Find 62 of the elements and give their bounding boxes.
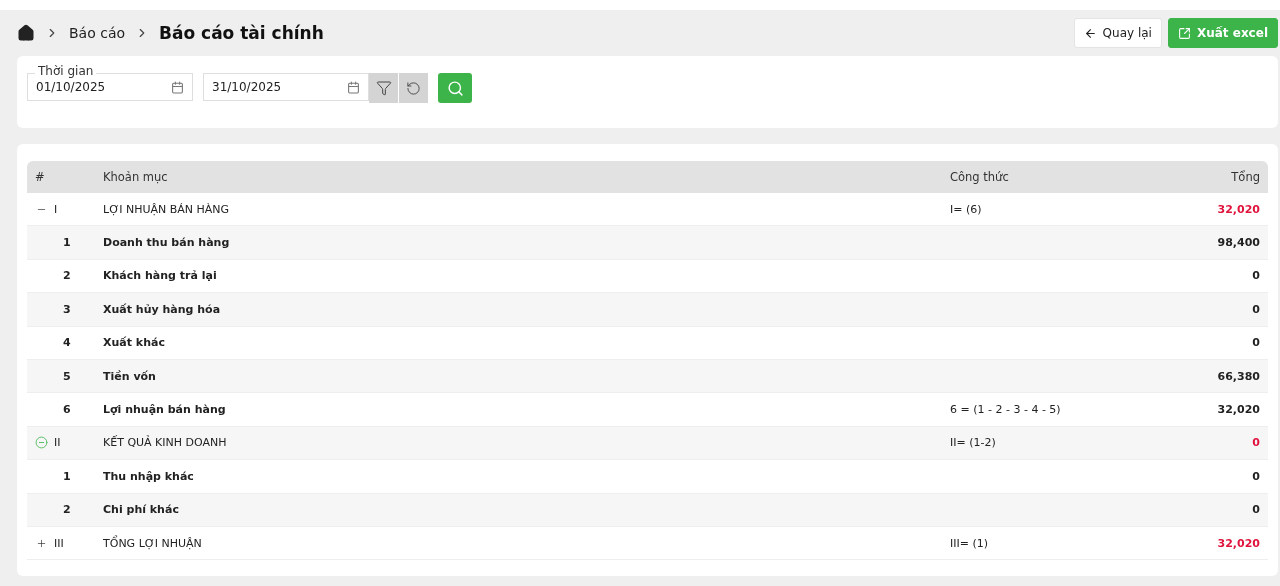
page-title: Báo cáo tài chính bbox=[159, 23, 324, 43]
item-name: Chi phí khác bbox=[103, 503, 180, 517]
row-index: 2 bbox=[63, 269, 71, 283]
search-button[interactable] bbox=[438, 73, 472, 103]
total-value: 32,020 bbox=[1216, 536, 1260, 550]
item-name: LỢI NHUẬN BÁN HÀNG bbox=[103, 202, 231, 216]
row-index: 4 bbox=[63, 336, 71, 350]
row-index: 3 bbox=[63, 302, 71, 316]
total-value: 66,380 bbox=[1216, 369, 1260, 383]
row-index: 6 bbox=[63, 403, 71, 417]
filter-button[interactable] bbox=[369, 73, 398, 103]
row-index: II bbox=[54, 436, 61, 450]
home-icon[interactable] bbox=[17, 24, 35, 42]
item-name: Xuất khác bbox=[103, 336, 166, 350]
formula-text: III= (1) bbox=[950, 536, 990, 550]
row-index: 2 bbox=[63, 503, 71, 517]
total-value: 0 bbox=[1251, 436, 1260, 450]
row-index: 1 bbox=[63, 236, 71, 250]
total-value: 32,020 bbox=[1216, 403, 1260, 417]
total-value: 0 bbox=[1251, 336, 1260, 350]
breadcrumb-link[interactable]: Báo cáo bbox=[69, 25, 126, 41]
total-value: 0 bbox=[1251, 503, 1260, 517]
item-name: Xuất hủy hàng hóa bbox=[103, 302, 222, 316]
date-value: 31/10/2025 bbox=[212, 80, 282, 94]
column-header: Khoản mục bbox=[103, 170, 169, 184]
column-header: # bbox=[35, 170, 46, 184]
total-value: 0 bbox=[1251, 302, 1260, 316]
back-button[interactable]: Quay lại bbox=[1073, 18, 1162, 48]
item-name: TỔNG LỢI NHUẬN bbox=[103, 536, 203, 550]
collapse-toggle[interactable] bbox=[35, 436, 48, 450]
calendar-icon[interactable] bbox=[347, 80, 360, 94]
formula-text: I= (6) bbox=[950, 202, 983, 216]
item-name: Tiền vốn bbox=[103, 369, 157, 383]
row-index: III bbox=[54, 536, 64, 550]
column-header: Công thức bbox=[950, 170, 1010, 184]
total-value: 98,400 bbox=[1216, 236, 1260, 250]
arrow-left-icon bbox=[1083, 26, 1097, 40]
reset-icon bbox=[406, 80, 421, 96]
field-label: Thời gian bbox=[35, 64, 97, 78]
total-value: 32,020 bbox=[1216, 202, 1260, 216]
total-value: 0 bbox=[1251, 469, 1260, 483]
row-index: 1 bbox=[63, 469, 71, 483]
item-name: Thu nhập khác bbox=[103, 469, 195, 483]
reset-button[interactable] bbox=[399, 73, 428, 103]
search-icon bbox=[446, 79, 464, 97]
row-index: 5 bbox=[63, 369, 71, 383]
circle-minus-icon bbox=[35, 436, 48, 450]
total-value: 0 bbox=[1251, 269, 1260, 283]
formula-text: II= (1-2) bbox=[950, 436, 997, 450]
plus-icon bbox=[36, 537, 47, 549]
export-icon bbox=[1177, 26, 1191, 40]
column-header: Tổng bbox=[1230, 170, 1260, 184]
item-name: Lợi nhuận bán hàng bbox=[103, 403, 227, 417]
date-field[interactable]: 31/10/2025 bbox=[203, 73, 369, 101]
date-value: 01/10/2025 bbox=[36, 80, 106, 94]
item-name: Khách hàng trả lại bbox=[103, 269, 218, 283]
calendar-icon[interactable] bbox=[171, 80, 184, 94]
filter-icon bbox=[375, 80, 392, 96]
row-index: I bbox=[54, 202, 58, 216]
formula-text: 6 = (1 - 2 - 3 - 4 - 5) bbox=[950, 403, 1062, 417]
item-name: Doanh thu bán hàng bbox=[103, 236, 231, 250]
item-name: KẾT QUẢ KINH DOANH bbox=[103, 436, 228, 450]
